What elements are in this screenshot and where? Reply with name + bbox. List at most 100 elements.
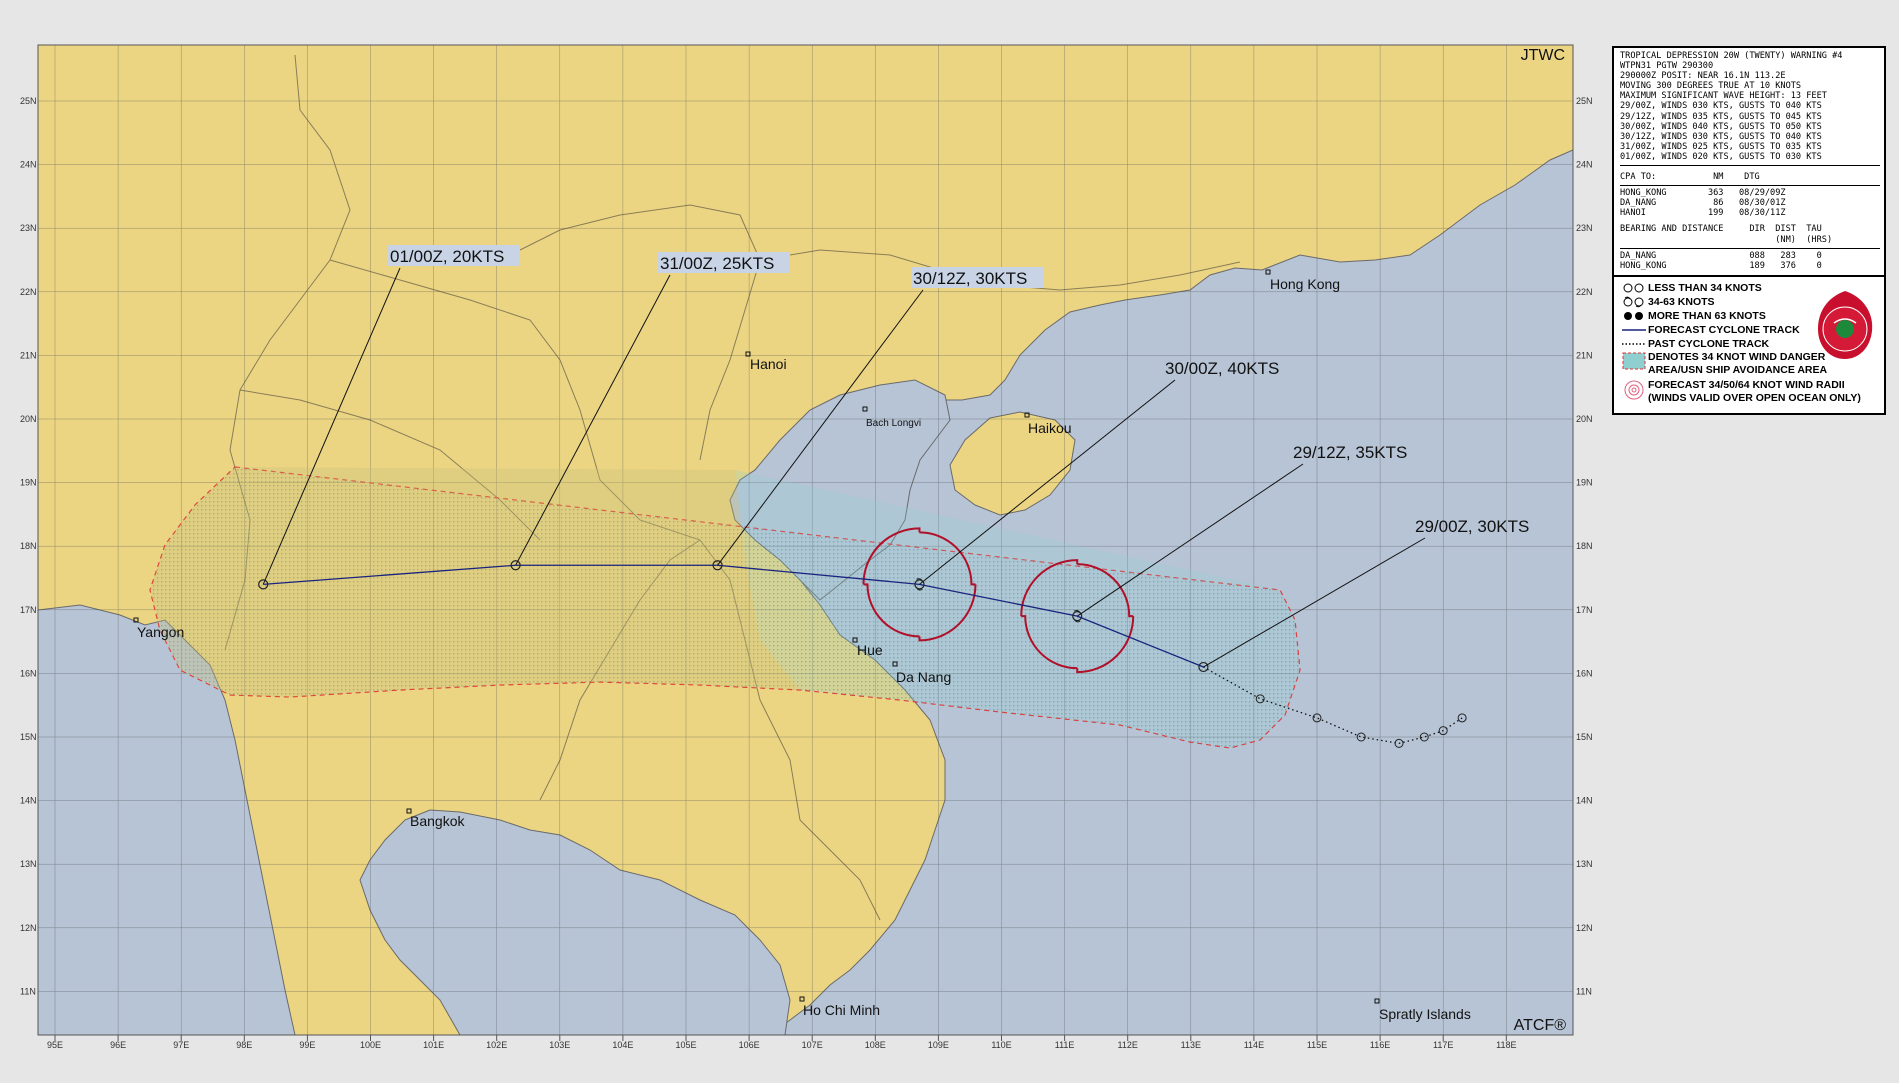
- warning-line: 29/00Z, WINDS 030 KTS, GUSTS TO 040 KTS: [1620, 101, 1822, 112]
- lon-tick-label: 104E: [612, 1040, 633, 1050]
- warning-line: 30/00Z, WINDS 040 KTS, GUSTS TO 050 KTS: [1620, 121, 1822, 132]
- lon-tick-label: 116E: [1370, 1040, 1390, 1050]
- danger-area-swatch-icon: [1620, 351, 1648, 371]
- lat-tick-label: 17N: [1576, 605, 1593, 615]
- warning-line: MAXIMUM SIGNIFICANT WAVE HEIGHT: 13 FEET: [1620, 91, 1827, 102]
- solid-line-icon: [1620, 327, 1648, 333]
- lat-tick-label: 16N: [20, 668, 37, 678]
- bearing-header-1: BEARING AND DISTANCE DIR DIST TAU: [1620, 224, 1822, 235]
- lat-tick-label: 22N: [1576, 287, 1593, 297]
- lon-tick-label: 109E: [928, 1040, 949, 1050]
- lat-tick-label: 17N: [20, 605, 37, 615]
- open-circle-icon: [1620, 282, 1648, 294]
- lat-tick-label: 11N: [20, 986, 36, 996]
- lat-tick-label: 20N: [20, 414, 37, 424]
- storm-symbol-icon: [1620, 296, 1648, 308]
- lat-tick-label: 22N: [20, 287, 37, 297]
- place-label: Yangon: [137, 624, 184, 640]
- lon-tick-label: 95E: [47, 1040, 63, 1050]
- lon-tick-label: 115E: [1307, 1040, 1327, 1050]
- place-label: Spratly Islands: [1379, 1006, 1471, 1022]
- cpa-row: DA_NANG 86 08/30/01Z: [1620, 198, 1786, 209]
- lat-tick-label: 24N: [1576, 160, 1593, 170]
- forecast-label: 01/00Z, 20KTS: [390, 247, 504, 266]
- place-label: Hue: [857, 642, 883, 658]
- lat-tick-label: 23N: [20, 223, 37, 233]
- lat-tick-label: 15N: [1576, 732, 1593, 742]
- lat-tick-label: 11N: [1576, 986, 1592, 996]
- lon-tick-label: 105E: [675, 1040, 696, 1050]
- lat-tick-label: 21N: [20, 350, 37, 360]
- lat-tick-label: 18N: [1576, 541, 1593, 551]
- lon-tick-label: 98E: [236, 1040, 252, 1050]
- lat-tick-label: 20N: [1576, 414, 1593, 424]
- lon-tick-label: 113E: [1181, 1040, 1201, 1050]
- lon-tick-label: 112E: [1118, 1040, 1138, 1050]
- lon-tick-label: 111E: [1055, 1040, 1075, 1050]
- warning-line: 01/00Z, WINDS 020 KTS, GUSTS TO 030 KTS: [1620, 151, 1822, 162]
- forecast-label: 29/00Z, 30KTS: [1415, 517, 1529, 536]
- atcf-label: ATCF®: [1514, 1017, 1567, 1034]
- lon-tick-label: 102E: [486, 1040, 507, 1050]
- lat-tick-label: 13N: [20, 859, 37, 869]
- bearing-row: DA_NANG 088 283 0: [1620, 250, 1822, 261]
- lat-tick-label: 19N: [20, 478, 37, 488]
- lat-tick-label: 12N: [1576, 923, 1593, 933]
- lat-tick-label: 23N: [1576, 223, 1593, 233]
- place-label: Bach Longvi: [866, 418, 921, 429]
- lon-tick-label: 107E: [802, 1040, 823, 1050]
- place-label: Hong Kong: [1270, 276, 1340, 292]
- agency-label: JTWC: [1521, 47, 1565, 64]
- lat-tick-label: 25N: [1576, 96, 1593, 106]
- forecast-label: 29/12Z, 35KTS: [1293, 443, 1407, 462]
- cpa-row: HANOI 199 08/30/11Z: [1620, 208, 1786, 219]
- place-label: Bangkok: [410, 813, 465, 829]
- lon-tick-label: 97E: [173, 1040, 189, 1050]
- dotted-line-icon: [1620, 341, 1648, 347]
- wind-radii-icon: [1620, 379, 1648, 401]
- forecast-label: 30/12Z, 30KTS: [913, 269, 1027, 288]
- place-label: Ho Chi Minh: [803, 1002, 880, 1018]
- lon-tick-label: 110E: [991, 1040, 1011, 1050]
- lon-tick-label: 106E: [739, 1040, 760, 1050]
- lon-tick-label: 114E: [1244, 1040, 1264, 1050]
- lon-tick-label: 118E: [1496, 1040, 1516, 1050]
- warning-text-box: TROPICAL DEPRESSION 20W (TWENTY) WARNING…: [1614, 48, 1884, 277]
- place-label: Haikou: [1028, 420, 1072, 436]
- lon-tick-label: 101E: [423, 1040, 444, 1050]
- cpa-header: CPA TO: NM DTG: [1620, 172, 1760, 183]
- map-key: LESS THAN 34 KNOTS 34-63 KNOTS MORE THAN…: [1614, 277, 1884, 413]
- wind-danger-fill-land: [150, 467, 800, 697]
- lon-tick-label: 100E: [360, 1040, 381, 1050]
- bearing-header-2: (NM) (HRS): [1620, 234, 1833, 245]
- warning-line: 30/12Z, WINDS 030 KTS, GUSTS TO 040 KTS: [1620, 131, 1822, 142]
- lon-tick-label: 99E: [299, 1040, 315, 1050]
- lat-tick-label: 24N: [20, 160, 37, 170]
- lon-tick-label: 103E: [549, 1040, 570, 1050]
- warning-legend-panel: TROPICAL DEPRESSION 20W (TWENTY) WARNING…: [1612, 46, 1886, 415]
- warning-line: 29/12Z, WINDS 035 KTS, GUSTS TO 045 KTS: [1620, 111, 1822, 122]
- lat-tick-label: 21N: [1576, 350, 1593, 360]
- lon-tick-label: 108E: [865, 1040, 886, 1050]
- warning-line: TROPICAL DEPRESSION 20W (TWENTY) WARNING…: [1620, 51, 1843, 61]
- place-label: Da Nang: [896, 669, 951, 685]
- warning-line: MOVING 300 DEGREES TRUE AT 10 KNOTS: [1620, 81, 1802, 92]
- key-wind-radii: FORECAST 34/50/64 KNOT WIND RADII (WINDS …: [1620, 379, 1878, 407]
- lat-tick-label: 25N: [20, 96, 37, 106]
- lat-tick-label: 19N: [1576, 478, 1593, 488]
- lat-tick-label: 14N: [1576, 796, 1593, 806]
- warning-line: WTPN31 PGTW 290300: [1620, 61, 1714, 72]
- lat-tick-label: 13N: [1576, 859, 1593, 869]
- lon-tick-label: 96E: [110, 1040, 126, 1050]
- lat-tick-label: 15N: [20, 732, 37, 742]
- place-label: Hanoi: [750, 356, 787, 372]
- forecast-label: 30/00Z, 40KTS: [1165, 359, 1279, 378]
- lat-tick-label: 16N: [1576, 668, 1593, 678]
- cpa-row: HONG_KONG 363 08/29/09Z: [1620, 188, 1786, 199]
- lat-tick-label: 12N: [20, 923, 37, 933]
- lon-tick-label: 117E: [1433, 1040, 1453, 1050]
- forecast-label: 31/00Z, 25KTS: [660, 254, 774, 273]
- lat-tick-label: 18N: [20, 541, 37, 551]
- jtwc-seal-logo: [1814, 289, 1876, 364]
- warning-line: 31/00Z, WINDS 025 KTS, GUSTS TO 035 KTS: [1620, 141, 1822, 152]
